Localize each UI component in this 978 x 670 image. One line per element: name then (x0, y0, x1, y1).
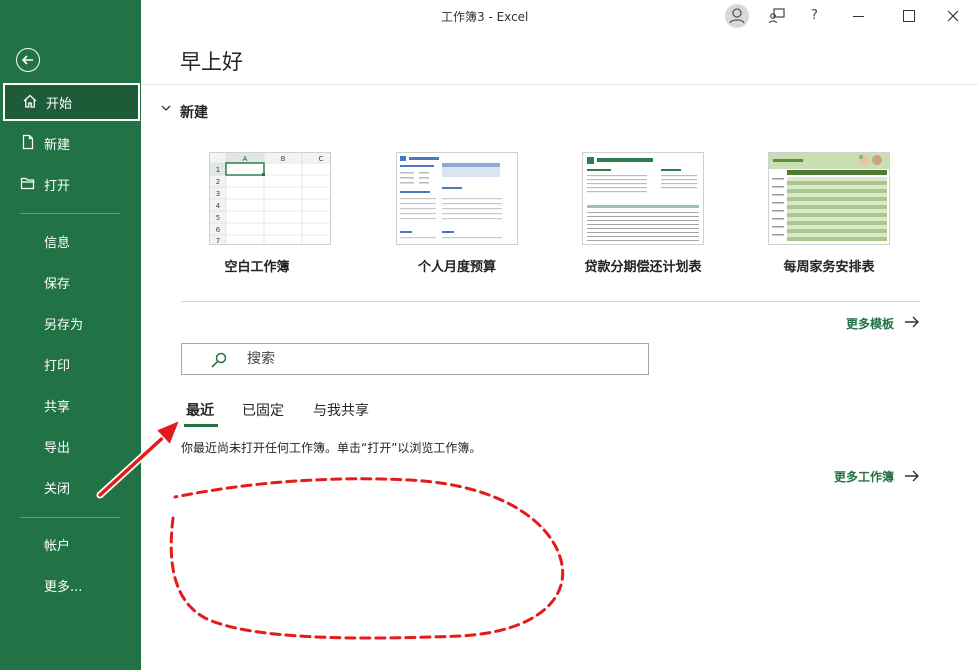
sidebar-item-home[interactable]: 开始 (3, 83, 140, 121)
sidebar-item-share[interactable]: 共享 (0, 386, 141, 424)
sidebar-item-new[interactable]: 新建 (0, 124, 141, 162)
sidebar-item-print[interactable]: 打印 (0, 345, 141, 383)
row-header: 5 (216, 214, 220, 222)
tab-shared-with-me[interactable]: 与我共享 (313, 400, 369, 420)
column-header: C (319, 155, 324, 163)
window-title: 工作簿3 - Excel (441, 10, 529, 24)
sidebar-item-open[interactable]: 打开 (0, 165, 141, 203)
sidebar-item-label: 共享 (44, 400, 71, 415)
active-tab-indicator (184, 424, 218, 427)
template-label: 空白工作簿 (224, 260, 290, 275)
annotation-overlay (96, 418, 565, 640)
help-icon[interactable]: ? (805, 0, 827, 32)
template-loan-amortization[interactable] (582, 152, 704, 245)
maximize-icon[interactable] (897, 0, 921, 32)
sidebar-divider (20, 213, 120, 214)
back-arrow-icon[interactable] (16, 48, 40, 72)
sidebar-item-label: 保存 (44, 277, 71, 292)
row-header: 2 (216, 178, 220, 186)
row-header: 7 (216, 237, 220, 244)
column-header: B (281, 155, 286, 163)
chevron-down-icon[interactable] (160, 102, 172, 114)
loan-template-thumbnail (583, 153, 703, 244)
row-header: 3 (216, 190, 220, 198)
more-workbooks-link[interactable]: 更多工作簿 (834, 468, 894, 485)
more-templates-link[interactable]: 更多模板 (846, 315, 894, 332)
backstage-sidebar: 开始 新建 打开 信息 保存 另存为 打印 共享 导出 关闭 帐户 更多... (0, 0, 141, 670)
sidebar-item-label: 新建 (44, 138, 71, 153)
chore-template-thumbnail (769, 153, 889, 244)
blank-workbook-thumbnail: A B C 1 2 3 4 5 6 7 (210, 153, 330, 244)
section-heading-new: 新建 (180, 105, 208, 121)
row-header: 4 (216, 202, 221, 210)
minimize-icon[interactable] (847, 0, 871, 32)
template-personal-monthly-budget[interactable] (396, 152, 518, 245)
search-input[interactable] (245, 350, 639, 368)
home-icon (23, 94, 37, 108)
template-label: 贷款分期偿还计划表 (584, 260, 702, 275)
sidebar-item-close[interactable]: 关闭 (0, 468, 141, 506)
empty-recent-message: 你最近尚未打开任何工作簿。单击“打开”以浏览工作簿。 (181, 441, 482, 455)
sidebar-divider (20, 517, 120, 518)
new-document-icon (22, 134, 34, 150)
close-icon[interactable] (941, 0, 965, 32)
search-box[interactable] (181, 343, 649, 375)
title-bar: 工作簿3 - Excel ? (141, 0, 978, 32)
feedback-icon[interactable] (765, 0, 789, 32)
section-divider (181, 301, 920, 302)
tab-recent[interactable]: 最近 (186, 400, 214, 420)
arrow-right-icon[interactable] (904, 315, 920, 329)
sidebar-item-export[interactable]: 导出 (0, 427, 141, 465)
sidebar-item-label: 帐户 (44, 539, 71, 554)
header-divider (141, 84, 978, 85)
template-blank-workbook[interactable]: A B C 1 2 3 4 5 6 7 (209, 152, 331, 245)
arrow-right-icon[interactable] (904, 469, 920, 483)
row-header: 6 (216, 226, 221, 234)
open-folder-icon (20, 177, 35, 190)
sidebar-item-account[interactable]: 帐户 (0, 525, 141, 563)
column-header: A (243, 155, 248, 163)
sidebar-item-label: 打开 (44, 179, 71, 194)
account-icon[interactable] (723, 0, 751, 32)
sidebar-item-label: 关闭 (44, 482, 71, 497)
sidebar-item-save-as[interactable]: 另存为 (0, 304, 141, 342)
sidebar-item-label: 打印 (44, 359, 71, 374)
page-title: 早上好 (180, 50, 243, 74)
search-icon (211, 352, 227, 368)
template-label: 个人月度预算 (417, 260, 496, 275)
sidebar-item-label: 更多... (44, 580, 83, 595)
template-label: 每周家务安排表 (783, 260, 875, 275)
sidebar-item-label: 导出 (44, 441, 71, 456)
sidebar-item-more[interactable]: 更多... (0, 566, 141, 604)
row-header: 1 (216, 166, 220, 174)
budget-template-thumbnail (397, 153, 517, 244)
template-weekly-chore-schedule[interactable] (768, 152, 890, 245)
sidebar-item-info[interactable]: 信息 (0, 222, 141, 260)
annotation-dashed-ellipse (169, 477, 565, 640)
sidebar-item-label: 开始 (46, 97, 73, 112)
help-glyph: ? (811, 8, 818, 23)
tab-pinned[interactable]: 已固定 (242, 400, 284, 420)
sidebar-item-label: 另存为 (44, 318, 84, 333)
sidebar-item-save[interactable]: 保存 (0, 263, 141, 301)
sidebar-item-label: 信息 (44, 236, 71, 251)
